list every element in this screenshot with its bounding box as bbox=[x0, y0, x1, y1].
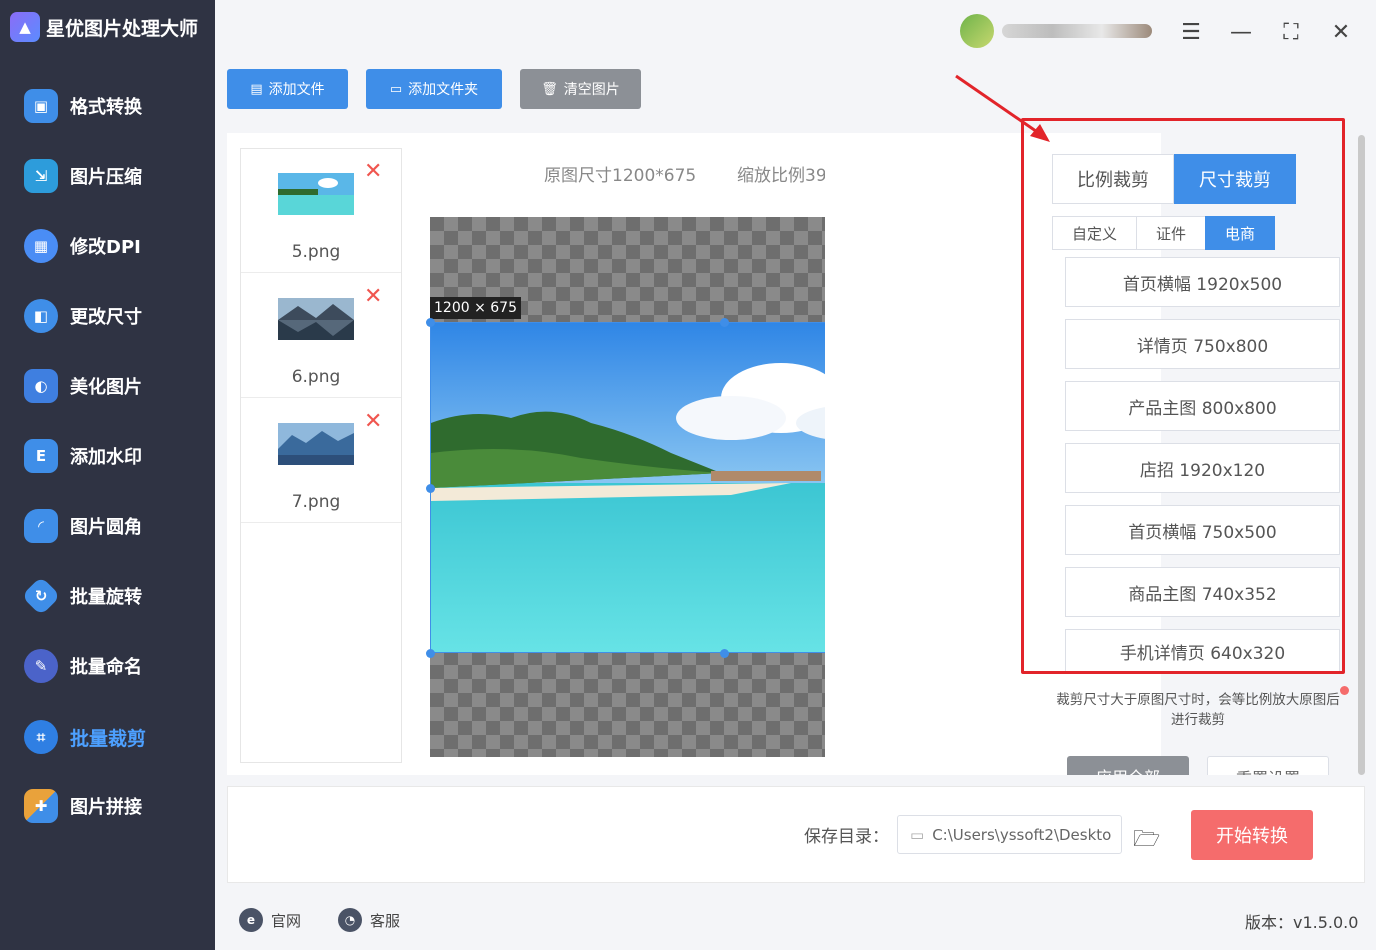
sidebar-item-label: 批量旋转 bbox=[70, 587, 142, 608]
file-name: 6.png bbox=[291, 367, 341, 387]
app-header: ▲ 星优图片处理大师 bbox=[10, 12, 198, 42]
sidebar-item-resize[interactable]: ◧ 更改尺寸 bbox=[24, 296, 142, 336]
sidebar-item-format-convert[interactable]: ▣ 格式转换 bbox=[24, 86, 142, 126]
rename-icon: ✎ bbox=[24, 649, 58, 683]
save-dir-label: 保存目录： bbox=[804, 827, 889, 847]
sidebar-item-label: 更改尺寸 bbox=[70, 307, 142, 328]
save-path-value: C:\Users\yssoft2\Deskto bbox=[932, 825, 1112, 844]
settings-scrollbar[interactable] bbox=[1358, 135, 1365, 775]
thumbnail-image bbox=[278, 298, 354, 340]
remove-file-icon[interactable]: ✕ bbox=[364, 161, 382, 183]
remove-file-icon[interactable]: ✕ bbox=[364, 286, 382, 308]
start-convert-button[interactable]: 开始转换 bbox=[1191, 810, 1313, 860]
crop-handle[interactable] bbox=[426, 484, 435, 493]
file-name: 7.png bbox=[291, 492, 341, 512]
sidebar-item-watermark[interactable]: E 添加水印 bbox=[24, 436, 142, 476]
file-name: 5.png bbox=[291, 242, 341, 262]
version-text: 版本：v1.5.0.0 bbox=[1245, 913, 1359, 932]
compress-icon: ⇲ bbox=[24, 159, 58, 193]
sidebar-item-puzzle[interactable]: ✚ 图片拼接 bbox=[24, 786, 142, 826]
sidebar-item-compress[interactable]: ⇲ 图片压缩 bbox=[24, 156, 142, 196]
thumbnail-image bbox=[278, 173, 354, 215]
apply-all-button[interactable]: 应用全部 bbox=[1067, 756, 1189, 775]
sidebar-item-rename[interactable]: ✎ 批量命名 bbox=[24, 646, 142, 686]
sidebar-item-rotate[interactable]: ↻ 批量旋转 bbox=[21, 576, 142, 616]
resize-icon: ◧ bbox=[24, 299, 58, 333]
highlight-frame bbox=[1021, 118, 1345, 674]
file-list: ✕ 5.png ✕ 6.png ✕ 7.png bbox=[240, 148, 402, 763]
support-chat-icon: ◔ bbox=[338, 908, 362, 932]
red-arrow-annotation bbox=[955, 74, 1050, 142]
list-item[interactable]: ✕ 7.png bbox=[241, 399, 401, 523]
sidebar-item-label: 格式转换 bbox=[70, 97, 142, 118]
reset-settings-button[interactable]: 重置设置 bbox=[1207, 756, 1329, 775]
original-size-text: 原图尺寸1200*675 bbox=[544, 166, 697, 186]
puzzle-icon: ✚ bbox=[24, 789, 58, 823]
watermark-icon: E bbox=[24, 439, 58, 473]
crop-handle[interactable] bbox=[426, 649, 435, 658]
sidebar-item-label: 添加水印 bbox=[70, 447, 142, 468]
crop-handle[interactable] bbox=[720, 318, 729, 327]
crop-handle[interactable] bbox=[426, 318, 435, 327]
sidebar-item-label: 图片拼接 bbox=[70, 797, 142, 818]
website-link[interactable]: e 官网 bbox=[239, 908, 301, 932]
browser-icon: e bbox=[239, 908, 263, 932]
folder-outline-icon: ▭ bbox=[910, 825, 925, 844]
sidebar-item-label: 图片压缩 bbox=[70, 167, 142, 188]
apply-all-label: 应用全部 bbox=[1067, 764, 1189, 775]
thumbnail-image bbox=[278, 423, 354, 465]
rotate-icon: ↻ bbox=[21, 576, 61, 616]
open-folder-icon[interactable]: 🗁 bbox=[1133, 822, 1160, 860]
sidebar-item-label: 批量命名 bbox=[70, 657, 142, 678]
crop-icon: ⌗ bbox=[24, 720, 58, 754]
app-logo-icon: ▲ bbox=[10, 12, 40, 42]
support-label: 客服 bbox=[370, 911, 401, 930]
beautify-icon: ◐ bbox=[24, 369, 58, 403]
website-label: 官网 bbox=[271, 911, 302, 930]
sidebar-item-label: 图片圆角 bbox=[70, 517, 142, 538]
sidebar-item-crop[interactable]: ⌗ 批量裁剪 bbox=[24, 717, 146, 757]
support-link[interactable]: ◔ 客服 bbox=[338, 908, 400, 932]
sidebar-item-round-corner[interactable]: ◜ 图片圆角 bbox=[24, 506, 142, 546]
reset-label: 重置设置 bbox=[1208, 765, 1328, 775]
sidebar-item-dpi[interactable]: ▦ 修改DPI bbox=[24, 226, 141, 266]
image-convert-icon: ▣ bbox=[24, 89, 58, 123]
crop-size-label: 1200 × 675 bbox=[430, 297, 521, 319]
list-item[interactable]: ✕ 6.png bbox=[241, 274, 401, 398]
round-corner-icon: ◜ bbox=[24, 509, 58, 543]
crop-handle[interactable] bbox=[720, 649, 729, 658]
remove-file-icon[interactable]: ✕ bbox=[364, 411, 382, 433]
sidebar-item-label: 美化图片 bbox=[70, 377, 142, 398]
list-item[interactable]: ✕ 5.png bbox=[241, 149, 401, 273]
save-path-input[interactable]: ▭ C:\Users\yssoft2\Deskto bbox=[897, 815, 1122, 854]
crop-note: 裁剪尺寸大于原图尺寸时，会等比例放大原图后进行裁剪 bbox=[1056, 692, 1340, 728]
sidebar-item-label: 批量裁剪 bbox=[70, 727, 147, 750]
app-title: 星优图片处理大师 bbox=[46, 17, 199, 40]
sidebar-item-beautify[interactable]: ◐ 美化图片 bbox=[24, 366, 142, 406]
sidebar: ▲ 星优图片处理大师 ▣ 格式转换 ⇲ 图片压缩 ▦ 修改DPI ◧ 更改尺寸 … bbox=[0, 0, 215, 950]
dpi-icon: ▦ bbox=[24, 229, 58, 263]
sidebar-item-label: 修改DPI bbox=[70, 237, 141, 258]
